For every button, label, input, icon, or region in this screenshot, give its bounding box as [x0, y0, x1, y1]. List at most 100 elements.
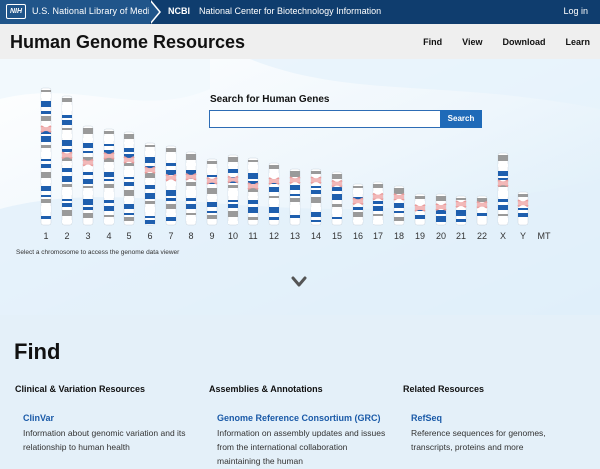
- chromosome-band: [394, 211, 404, 213]
- chromosome-label[interactable]: MT: [538, 231, 551, 241]
- nav-download[interactable]: Download: [502, 37, 545, 47]
- chromosome-7[interactable]: 7: [165, 145, 177, 241]
- chromosome-band: [145, 193, 155, 199]
- chromosome-band: [83, 199, 93, 205]
- chromosome-label[interactable]: 10: [228, 231, 238, 241]
- chromosome-label[interactable]: 1: [43, 231, 48, 241]
- chromosome-band: [207, 215, 217, 219]
- chromosome-label[interactable]: 4: [106, 231, 111, 241]
- search-button[interactable]: Search: [440, 110, 482, 128]
- grc-link[interactable]: Genome Reference Consortium (GRC): [209, 413, 389, 423]
- chromosome-band: [41, 124, 51, 126]
- chromosome-label[interactable]: 21: [456, 231, 466, 241]
- chromosome-label[interactable]: 20: [436, 231, 446, 241]
- chromosome-band: [145, 220, 155, 224]
- chromosome-label[interactable]: 12: [269, 231, 279, 241]
- chromosome-label[interactable]: 9: [209, 231, 214, 241]
- ncbi-home-link[interactable]: National Center for Biotechnology Inform…: [199, 6, 381, 16]
- hero-section: 1 2 3 4 5 6 7 8 9 10 11 12 13 14 15 16 17 18 19 20 21 22 X Y MT …: [0, 59, 600, 315]
- clinvar-link[interactable]: ClinVar: [15, 413, 195, 423]
- chromosome-label[interactable]: 17: [373, 231, 383, 241]
- chromosome-label[interactable]: X: [500, 231, 506, 241]
- chromosome-body[interactable]: [144, 142, 156, 226]
- chromosome-12[interactable]: 12: [268, 162, 280, 241]
- chromosome-label[interactable]: 14: [311, 231, 321, 241]
- chromosome-2[interactable]: 2: [61, 95, 73, 241]
- chromosome-label[interactable]: 19: [415, 231, 425, 241]
- chromosome-band: [228, 221, 238, 224]
- chromosome-6[interactable]: 6: [144, 142, 156, 241]
- nav-view[interactable]: View: [462, 37, 482, 47]
- chromosome-band: [124, 170, 134, 175]
- chromosome-label[interactable]: 13: [290, 231, 300, 241]
- chromosome-band: [373, 220, 383, 224]
- nav-find[interactable]: Find: [423, 37, 442, 47]
- chromosome-11[interactable]: 11: [247, 157, 259, 241]
- chromosome-Y[interactable]: Y: [517, 191, 529, 241]
- chromosome-16[interactable]: 16: [352, 183, 364, 241]
- chromosome-band: [104, 179, 114, 181]
- chromosome-label[interactable]: 16: [353, 231, 363, 241]
- nih-logo[interactable]: NIH: [6, 4, 26, 19]
- chromosome-15[interactable]: 15: [331, 171, 343, 241]
- chromosome-label[interactable]: 11: [248, 231, 257, 241]
- centromere-band: [248, 184, 258, 189]
- chromosome-band: [41, 152, 51, 157]
- login-link[interactable]: Log in: [563, 6, 588, 16]
- chromosome-label[interactable]: 2: [64, 231, 69, 241]
- chromosome-body[interactable]: [268, 162, 280, 226]
- refseq-link[interactable]: RefSeq: [403, 413, 583, 423]
- chromosome-14[interactable]: 14: [310, 168, 322, 241]
- chromosome-label[interactable]: Y: [520, 231, 526, 241]
- chromosome-17[interactable]: 17: [372, 181, 384, 241]
- chromosome-3[interactable]: 3: [82, 125, 94, 241]
- nlm-link[interactable]: U.S. National Library of Medicine: [32, 6, 167, 16]
- chromosome-13[interactable]: 13: [289, 168, 301, 241]
- chromosome-21[interactable]: 21: [455, 195, 467, 241]
- chromosome-band: [518, 208, 528, 210]
- chromosome-band: [269, 165, 279, 169]
- ncbi-logo[interactable]: NCBI: [168, 6, 190, 16]
- chromosome-band: [228, 211, 238, 217]
- chromosome-label[interactable]: 18: [394, 231, 404, 241]
- chromosome-band: [41, 186, 51, 191]
- chromosome-18[interactable]: 18: [393, 185, 405, 241]
- chromosome-MT[interactable]: MT: [538, 231, 551, 241]
- centromere-band: [456, 202, 466, 207]
- chromosome-22[interactable]: 22: [476, 195, 488, 241]
- chromosome-band: [228, 157, 238, 162]
- chromosome-band: [290, 215, 300, 218]
- chromosome-band: [207, 175, 217, 177]
- chromosome-band: [145, 173, 155, 178]
- chromosome-label[interactable]: 8: [188, 231, 193, 241]
- centromere-band: [332, 181, 342, 186]
- chromosome-band: [41, 90, 51, 92]
- centromere-band: [436, 205, 446, 210]
- chromosome-5[interactable]: 5: [123, 131, 135, 241]
- chromosome-label[interactable]: 6: [147, 231, 152, 241]
- chromosome-band: [166, 154, 176, 160]
- centromere-band: [269, 178, 279, 183]
- chromosome-label[interactable]: 7: [168, 231, 173, 241]
- nav-learn[interactable]: Learn: [565, 37, 590, 47]
- chromosome-1[interactable]: 1: [40, 87, 52, 241]
- chromosome-4[interactable]: 4: [103, 128, 115, 241]
- chromosome-band: [290, 194, 300, 196]
- chromosome-10[interactable]: 10: [227, 154, 239, 241]
- search-label: Search for Human Genes: [210, 94, 330, 105]
- chromosome-label[interactable]: 22: [477, 231, 487, 241]
- chromosome-19[interactable]: 19: [414, 193, 426, 241]
- chromosome-20[interactable]: 20: [435, 193, 447, 241]
- chromosome-band: [269, 200, 279, 204]
- chromosome-9[interactable]: 9: [206, 158, 218, 241]
- chevron-down-icon[interactable]: [291, 276, 307, 288]
- chromosome-band: [41, 94, 51, 98]
- chromosome-band: [498, 205, 508, 210]
- chromosome-label[interactable]: 5: [126, 231, 131, 241]
- chromosome-label[interactable]: 15: [332, 231, 342, 241]
- gene-search-input[interactable]: [209, 110, 441, 128]
- chromosome-8[interactable]: 8: [185, 151, 197, 241]
- chromosome-label[interactable]: 3: [85, 231, 90, 241]
- centromere-band: [394, 194, 404, 199]
- chromosome-X[interactable]: X: [497, 152, 509, 241]
